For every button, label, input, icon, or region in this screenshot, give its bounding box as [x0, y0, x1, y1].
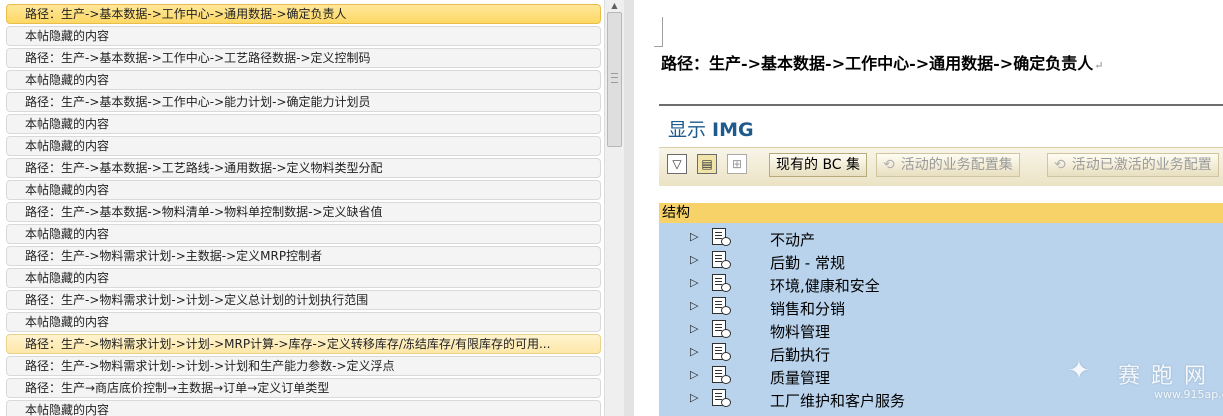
list-item[interactable]: 路径：生产->基本数据->物料清单->物料单控制数据->定义缺省值 [6, 202, 601, 222]
img-screen-title: 显示 IMG [668, 115, 754, 142]
list-item[interactable]: 本帖隐藏的内容 [6, 224, 601, 244]
list-item[interactable]: 本帖隐藏的内容 [6, 180, 601, 200]
tree-node-label: 环境,健康和安全 [770, 277, 880, 295]
list-item[interactable]: 本帖隐藏的内容 [6, 268, 601, 288]
documentation-icon[interactable] [712, 251, 731, 269]
expand-arrow-icon[interactable]: ▷ [690, 368, 698, 381]
expand-arrow-icon[interactable]: ▷ [690, 299, 698, 312]
doc-heading-text: 路径：生产->基本数据->工作中心->通用数据->确定负责人 [661, 54, 1094, 73]
activated-bc-sets-button[interactable]: ⟲ 活动已激活的业务配置 [1047, 153, 1219, 177]
expand-arrow-icon[interactable]: ▷ [690, 276, 698, 289]
tree-node-label: 销售和分销 [770, 300, 846, 318]
tree-node[interactable]: ▷ 后勤 - 常规 [659, 250, 1223, 273]
active-bc-sets-button[interactable]: ⟲ 活动的业务配置集 [876, 153, 1020, 177]
tree-node-label: 质量管理 [770, 369, 831, 387]
list-item[interactable]: 本帖隐藏的内容 [6, 70, 601, 90]
pane-divider[interactable] [624, 0, 634, 416]
list-item[interactable]: 本帖隐藏的内容 [6, 312, 601, 332]
list-item[interactable]: 路径：生产->物料需求计划->计划->MRP计算->库存->定义转移库存/冻结库… [6, 334, 601, 354]
expand-arrow-icon[interactable]: ▷ [690, 253, 698, 266]
scroll-up-arrow-icon[interactable]: ▲ [607, 0, 622, 12]
scrollbar-thumb[interactable] [607, 12, 622, 147]
expand-arrow-icon[interactable]: ▷ [690, 391, 698, 404]
doc-heading: 路径：生产->基本数据->工作中心->通用数据->确定负责人↵ [661, 50, 1103, 74]
list-item[interactable]: 路径：生产->物料需求计划->主数据->定义MRP控制者 [6, 246, 601, 266]
tree-node[interactable]: ▷ 销售和分销 [659, 296, 1223, 319]
documentation-icon[interactable] [712, 366, 731, 384]
list-item[interactable]: 本帖隐藏的内容 [6, 400, 601, 416]
thread-list: 路径：生产->基本数据->工作中心->通用数据->确定负责人 本帖隐藏的内容 路径：… [0, 0, 604, 416]
activated-bc-sets-label: 活动已激活的业务配置 [1071, 157, 1212, 173]
documentation-icon[interactable] [712, 320, 731, 338]
list-item[interactable]: 路径：生产->基本数据->工作中心->通用数据->确定负责人 [6, 4, 601, 24]
expand-arrow-icon[interactable]: ▷ [690, 322, 698, 335]
list-item[interactable]: 路径：生产->基本数据->工作中心->能力计划->确定能力计划员 [6, 92, 601, 112]
watermark-text: 赛 跑 网 [1118, 364, 1208, 389]
tree-node-label: 工厂维护和客户服务 [770, 392, 906, 410]
divider [659, 104, 1223, 106]
img-title-prefix: 显示 [668, 119, 713, 141]
watermark-logo-icon: ✦ [1068, 356, 1090, 386]
list-item[interactable]: 本帖隐藏的内容 [6, 114, 601, 134]
list-item[interactable]: 路径：生产->基本数据->工作中心->工艺路径数据->定义控制码 [6, 48, 601, 68]
list-item[interactable]: 路径：生产->基本数据->工艺路线->通用数据->定义物料类型分配 [6, 158, 601, 178]
tree-node[interactable]: ▷ 工厂维护和客户服务 [659, 388, 1223, 411]
documentation-icon[interactable] [712, 297, 731, 315]
documentation-icon[interactable] [712, 274, 731, 292]
hierarchy-icon[interactable]: ⊞ [727, 154, 747, 174]
active-bc-sets-label: 活动的业务配置集 [900, 157, 1013, 173]
tree-node[interactable]: ▷ 物料管理 [659, 319, 1223, 342]
list-item[interactable]: 本帖隐藏的内容 [6, 26, 601, 46]
list-item[interactable]: 路径：生产→商店底价控制→主数据→订单→定义订单类型 [6, 378, 601, 398]
tree-node-label: 后勤执行 [770, 346, 831, 364]
document-pane: 路径：生产->基本数据->工作中心->通用数据->确定负责人↵ 显示 IMG ▽… [634, 0, 1223, 416]
tree-node-label: 后勤 - 常规 [770, 254, 845, 272]
page-corner-mark [654, 17, 663, 47]
img-title-bold: IMG [712, 119, 754, 141]
tree-node[interactable]: ▷ 不动产 [659, 227, 1223, 250]
paragraph-mark-icon: ↵ [1094, 59, 1104, 72]
bc-set-icon: ⟲ [1054, 157, 1066, 173]
structure-header: 结构 [659, 203, 1223, 223]
expand-arrow-icon[interactable]: ▷ [690, 345, 698, 358]
list-item[interactable]: 路径：生产->物料需求计划->计划->计划和生产能力参数->定义浮点 [6, 356, 601, 376]
grip-icon [611, 73, 618, 83]
img-toolbar: ▽ ▤ ⊞ 现有的 BC 集 ⟲ 活动的业务配置集 ⟲ 活动已激活的业务配置 [659, 147, 1223, 186]
list-item[interactable]: 路径：生产->物料需求计划->计划->定义总计划的计划执行范围 [6, 290, 601, 310]
list-item[interactable]: 本帖隐藏的内容 [6, 136, 601, 156]
release-notes-icon[interactable]: ▤ [697, 154, 717, 174]
vertical-scrollbar[interactable]: ▲ [604, 0, 624, 416]
tree-node-label: 不动产 [770, 231, 816, 249]
documentation-icon[interactable] [712, 389, 731, 407]
tree-node-label: 物料管理 [770, 323, 831, 341]
documentation-icon[interactable] [712, 343, 731, 361]
watermark-url: www.915ap.com [1154, 388, 1223, 401]
documentation-icon[interactable] [712, 228, 731, 246]
bc-set-icon: ⟲ [883, 157, 895, 173]
tree-node[interactable]: ▷ 环境,健康和安全 [659, 273, 1223, 296]
find-icon[interactable]: ▽ [667, 154, 687, 174]
current-bc-sets-button[interactable]: 现有的 BC 集 [769, 153, 868, 177]
expand-arrow-icon[interactable]: ▷ [690, 230, 698, 243]
